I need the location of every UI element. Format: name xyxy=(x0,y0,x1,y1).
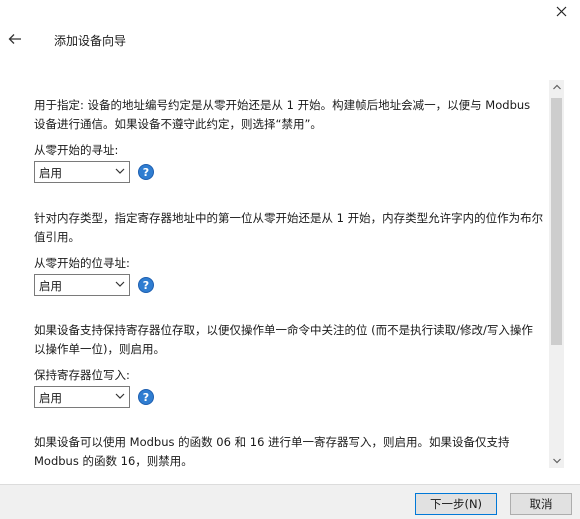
field-label: 保持寄存器位写入: xyxy=(34,368,130,382)
scroll-up-button[interactable] xyxy=(549,80,564,94)
description-text: 针对内存类型，指定寄存器地址中的第一位从零开始还是从 1 开始，内存类型允许字内… xyxy=(34,211,544,244)
holding-register-bit-write-select[interactable]: 启用 xyxy=(34,386,130,408)
section-single-register-write: 如果设备可以使用 Modbus 的函数 06 和 16 进行单一寄存器写入，则启… xyxy=(34,433,544,468)
back-button[interactable] xyxy=(5,28,25,50)
next-button[interactable]: 下一步(N) xyxy=(415,493,497,515)
cancel-button[interactable]: 取消 xyxy=(510,493,572,515)
zero-based-bit-addressing-select[interactable]: 启用 xyxy=(34,274,130,296)
chevron-down-icon xyxy=(115,393,125,399)
close-icon xyxy=(556,6,566,16)
description-text: 如果设备支持保持寄存器位存取，以便仅操作单一命令中关注的位 (而不是执行读取/修… xyxy=(34,323,533,356)
select-value: 启用 xyxy=(39,279,62,293)
field-label: 从零开始的位寻址: xyxy=(34,256,130,270)
select-value: 启用 xyxy=(39,166,62,180)
chevron-down-icon xyxy=(115,168,125,174)
wizard-header: 添加设备向导 xyxy=(0,28,580,54)
help-icon[interactable]: ? xyxy=(138,277,154,293)
chevron-up-icon xyxy=(552,84,561,90)
field-label: 从零开始的寻址: xyxy=(34,143,119,157)
chevron-down-icon xyxy=(115,281,125,287)
section-zero-based-addressing: 用于指定: 设备的地址编号约定是从零开始还是从 1 开始。构建帧后地址会减一，以… xyxy=(34,96,544,183)
description-text: 如果设备可以使用 Modbus 的函数 06 和 16 进行单一寄存器写入，则启… xyxy=(34,435,510,468)
chevron-down-icon xyxy=(552,458,561,464)
scroll-down-button[interactable] xyxy=(549,454,564,468)
scroll-thumb[interactable] xyxy=(551,98,562,345)
section-zero-based-bit-addressing: 针对内存类型，指定寄存器地址中的第一位从零开始还是从 1 开始，内存类型允许字内… xyxy=(34,209,544,296)
vertical-scrollbar[interactable] xyxy=(549,80,564,468)
help-icon[interactable]: ? xyxy=(138,164,154,180)
help-icon[interactable]: ? xyxy=(138,389,154,405)
description-text: 用于指定: 设备的地址编号约定是从零开始还是从 1 开始。构建帧后地址会减一，以… xyxy=(34,98,531,131)
wizard-content: 用于指定: 设备的地址编号约定是从零开始还是从 1 开始。构建帧后地址会减一，以… xyxy=(0,80,548,468)
select-value: 启用 xyxy=(39,391,62,405)
page-title: 添加设备向导 xyxy=(54,34,127,48)
close-button[interactable] xyxy=(548,0,574,22)
section-holding-register-bit-write: 如果设备支持保持寄存器位存取，以便仅操作单一命令中关注的位 (而不是执行读取/修… xyxy=(34,321,544,408)
arrow-left-icon xyxy=(8,34,21,44)
wizard-footer: 下一步(N) 取消 xyxy=(0,484,580,519)
zero-based-addressing-select[interactable]: 启用 xyxy=(34,161,130,183)
